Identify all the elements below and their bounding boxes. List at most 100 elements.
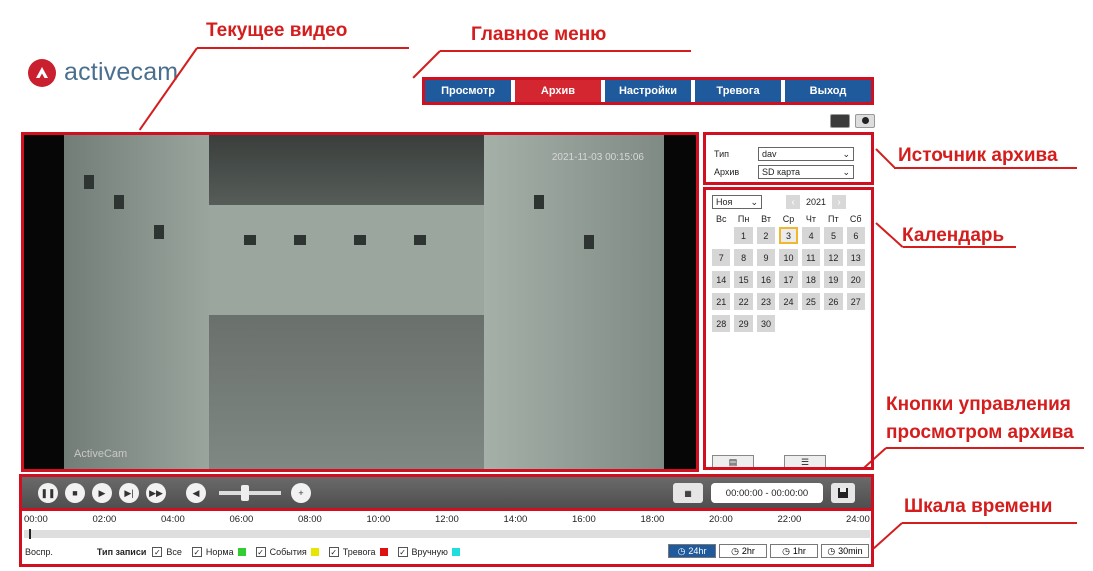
calendar-week: 28 29 30 — [712, 315, 865, 332]
month-select[interactable]: Ноя ⌄ — [712, 195, 762, 209]
prev-year-button[interactable]: ‹ — [786, 195, 800, 209]
weekday-label: Вс — [715, 214, 727, 224]
zoom-button[interactable]: ◷ 24hr — [668, 544, 716, 558]
calendar-day[interactable]: 15 — [734, 271, 753, 288]
calendar-day[interactable]: 5 — [824, 227, 843, 244]
callout-line — [440, 50, 691, 52]
calendar-day[interactable]: 27 — [846, 293, 865, 310]
clock-icon: ◷ — [782, 545, 790, 556]
record-filter-label: Вручную — [411, 547, 448, 557]
tab-settings[interactable]: Настройки — [605, 80, 691, 102]
step-play-icon[interactable]: ▶ — [92, 483, 112, 503]
calendar-day[interactable]: 8 — [734, 249, 753, 266]
save-icon[interactable] — [831, 483, 855, 503]
timeline-cursor[interactable] — [29, 529, 31, 539]
volume-icon[interactable]: ◀ — [186, 483, 206, 503]
record-icon[interactable] — [855, 114, 875, 128]
calendar-day[interactable]: 22 — [734, 293, 753, 310]
calendar-day[interactable]: 2 — [756, 227, 776, 244]
calendar-empty-cell — [847, 315, 865, 332]
pause-icon[interactable]: ❚❚ — [38, 483, 58, 503]
clock-icon: ◷ — [677, 545, 686, 556]
stop-icon[interactable]: ■ — [65, 483, 85, 503]
calendar-day[interactable]: 16 — [756, 271, 776, 288]
color-swatch — [379, 548, 388, 556]
calendar-day[interactable]: 9 — [756, 249, 776, 266]
calendar-day[interactable]: 4 — [801, 227, 821, 244]
callout-line — [873, 522, 903, 550]
type-label: Тип — [714, 149, 730, 159]
type-select[interactable]: dav ⌄ — [758, 147, 854, 161]
volume-slider[interactable] — [219, 485, 281, 501]
callout-line — [875, 222, 904, 248]
calendar-day[interactable]: 25 — [801, 293, 821, 310]
calendar-day[interactable]: 14 — [712, 271, 731, 288]
record-filter[interactable]: ✓ Вручную — [397, 547, 460, 557]
callout-main-menu: Главное меню — [471, 24, 607, 45]
checkbox-icon[interactable]: ✓ — [397, 547, 408, 557]
archive-select[interactable]: SD карта ⌄ — [758, 165, 854, 179]
zoom-button[interactable]: ◷ 2hr — [719, 544, 767, 558]
next-year-button[interactable]: › — [832, 195, 847, 209]
calendar-day[interactable]: 1 — [734, 227, 753, 244]
timeline-tick-label: 22:00 — [777, 514, 802, 525]
calendar-day[interactable]: 12 — [824, 249, 843, 266]
calendar-day[interactable]: 21 — [712, 293, 731, 310]
calendar-day[interactable]: 19 — [824, 271, 843, 288]
video-player[interactable]: 2021-11-03 00:15:06 ActiveCam — [21, 132, 699, 472]
timeline-panel: 00:00 02:00 04:00 06:00 08:00 10:00 12:00 14:00… — [19, 508, 874, 567]
calendar-day[interactable]: 11 — [801, 249, 821, 266]
checkbox-icon[interactable]: ✓ — [328, 547, 339, 557]
clip-icon[interactable]: ▦ — [673, 483, 703, 503]
tab-view[interactable]: Просмотр — [425, 80, 511, 102]
calendar-day[interactable]: 26 — [824, 293, 843, 310]
calendar-day[interactable]: 20 — [846, 271, 865, 288]
tab-logout[interactable]: Выход — [785, 80, 871, 102]
record-filter[interactable]: ✓ Тревога — [328, 547, 388, 557]
video-frame — [64, 135, 664, 469]
weekday-label: Чт — [805, 214, 816, 224]
calendar-day[interactable]: 10 — [779, 249, 798, 266]
zoom-label: 30min — [838, 546, 863, 556]
brand-name: activecam — [64, 58, 179, 86]
record-filter[interactable]: ✓ Норма — [191, 547, 246, 557]
tab-archive[interactable]: Архив — [515, 80, 601, 102]
checkbox-icon[interactable]: ✓ — [152, 547, 163, 557]
file-list-button[interactable]: ▤ — [712, 455, 754, 467]
calendar-day[interactable]: 13 — [846, 249, 865, 266]
calendar-day[interactable]: 7 — [712, 249, 731, 266]
timeline-tick-label: 00:00 — [24, 514, 48, 525]
zoom-label: 1hr — [792, 546, 806, 556]
record-filter[interactable]: ✓ Все — [152, 547, 182, 557]
checkbox-icon[interactable]: ✓ — [255, 547, 266, 557]
zoom-icon[interactable]: + — [291, 483, 311, 503]
calendar-day[interactable]: 23 — [756, 293, 776, 310]
slow-play-icon[interactable]: ▶| — [119, 483, 139, 503]
calendar-day[interactable]: 30 — [756, 315, 776, 332]
fast-forward-icon[interactable]: ▶▶ — [146, 483, 166, 503]
record-filter[interactable]: ✓ События — [255, 547, 319, 557]
list-view-button[interactable]: ☰ — [784, 455, 826, 467]
calendar-day[interactable]: 3 — [779, 227, 798, 244]
record-filter-label: События — [269, 547, 307, 557]
calendar-day[interactable]: 24 — [779, 293, 798, 310]
calendar-day[interactable]: 17 — [779, 271, 798, 288]
archive-label: Архив — [714, 167, 740, 177]
weekday-label: Пт — [828, 214, 839, 224]
timeline-tick-label: 20:00 — [709, 514, 733, 525]
snapshot-icon[interactable] — [830, 114, 850, 128]
calendar-day[interactable]: 6 — [846, 227, 866, 244]
calendar-day[interactable]: 29 — [734, 315, 753, 332]
zoom-button[interactable]: ◷ 30min — [821, 544, 869, 558]
tab-alarm[interactable]: Тревога — [695, 80, 781, 102]
zoom-button[interactable]: ◷ 1hr — [770, 544, 818, 558]
time-range-field[interactable]: 00:00:00 - 00:00:00 — [711, 483, 823, 503]
toolbar-icons — [830, 114, 875, 128]
calendar-day[interactable]: 18 — [801, 271, 821, 288]
calendar-day[interactable]: 28 — [712, 315, 731, 332]
checkbox-icon[interactable]: ✓ — [191, 547, 202, 557]
weekday-header: Вс Пн Вт Ср Чт Пт Сб — [712, 214, 865, 224]
chevron-down-icon: ⌄ — [842, 166, 850, 177]
timeline-bar[interactable] — [24, 530, 870, 538]
callout-line — [894, 167, 1077, 169]
